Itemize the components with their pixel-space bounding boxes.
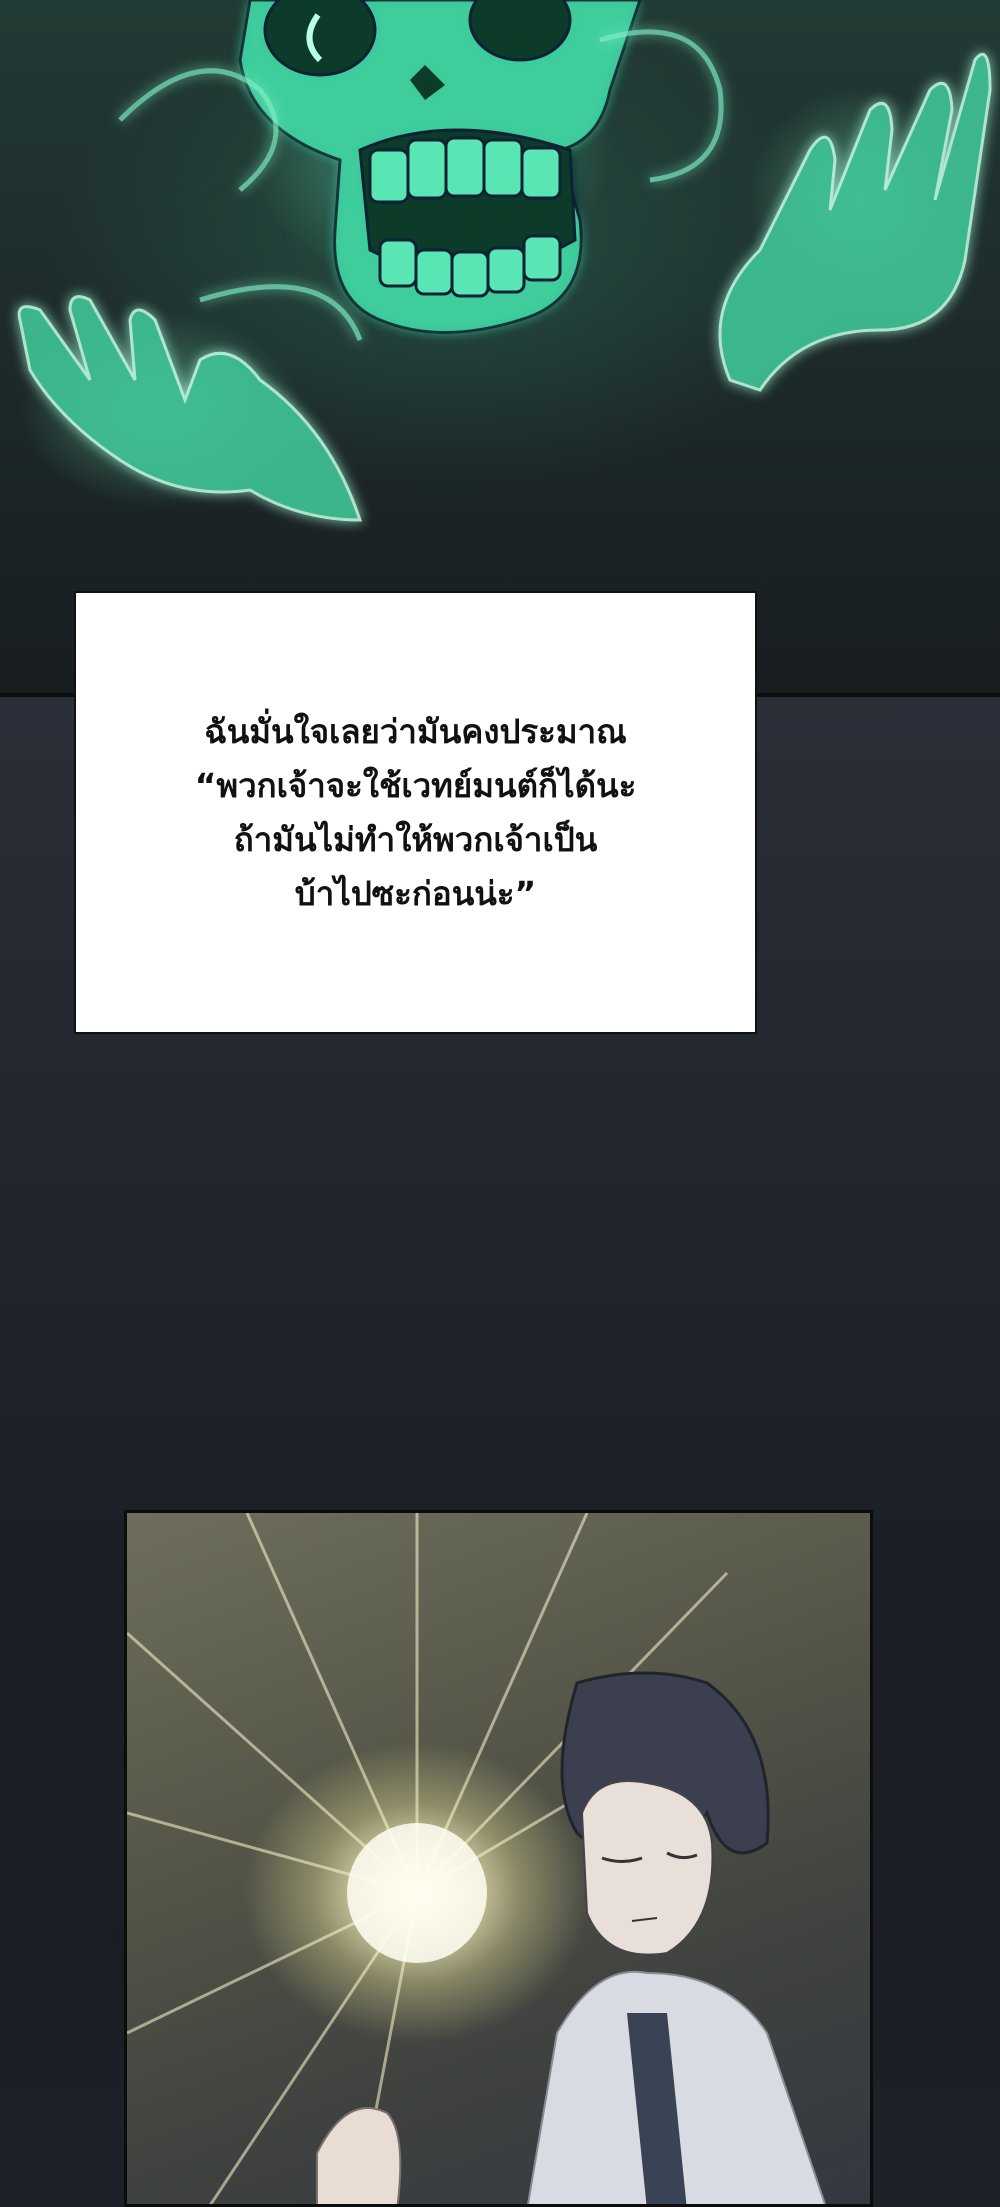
caption-line-2: “พวกเจ้าจะใช้เวทย์มนต์ก็ได้นะ (194, 765, 637, 805)
bottom-comic-panel (124, 1510, 873, 2207)
caption-line-1: ฉันมั่นใจเลยว่ามันคงประมาณ (204, 711, 627, 751)
caption-line-4: บ้าไปซะก่อนน่ะ” (294, 873, 537, 913)
character-figure-icon (316, 1671, 827, 2204)
caption-line-3: ถ้ามันไม่ทำให้พวกเจ้าเป็น (233, 819, 598, 859)
narration-caption-box: ฉันมั่นใจเลยว่ามันคงประมาณ “พวกเจ้าจะใช้… (74, 591, 757, 1034)
